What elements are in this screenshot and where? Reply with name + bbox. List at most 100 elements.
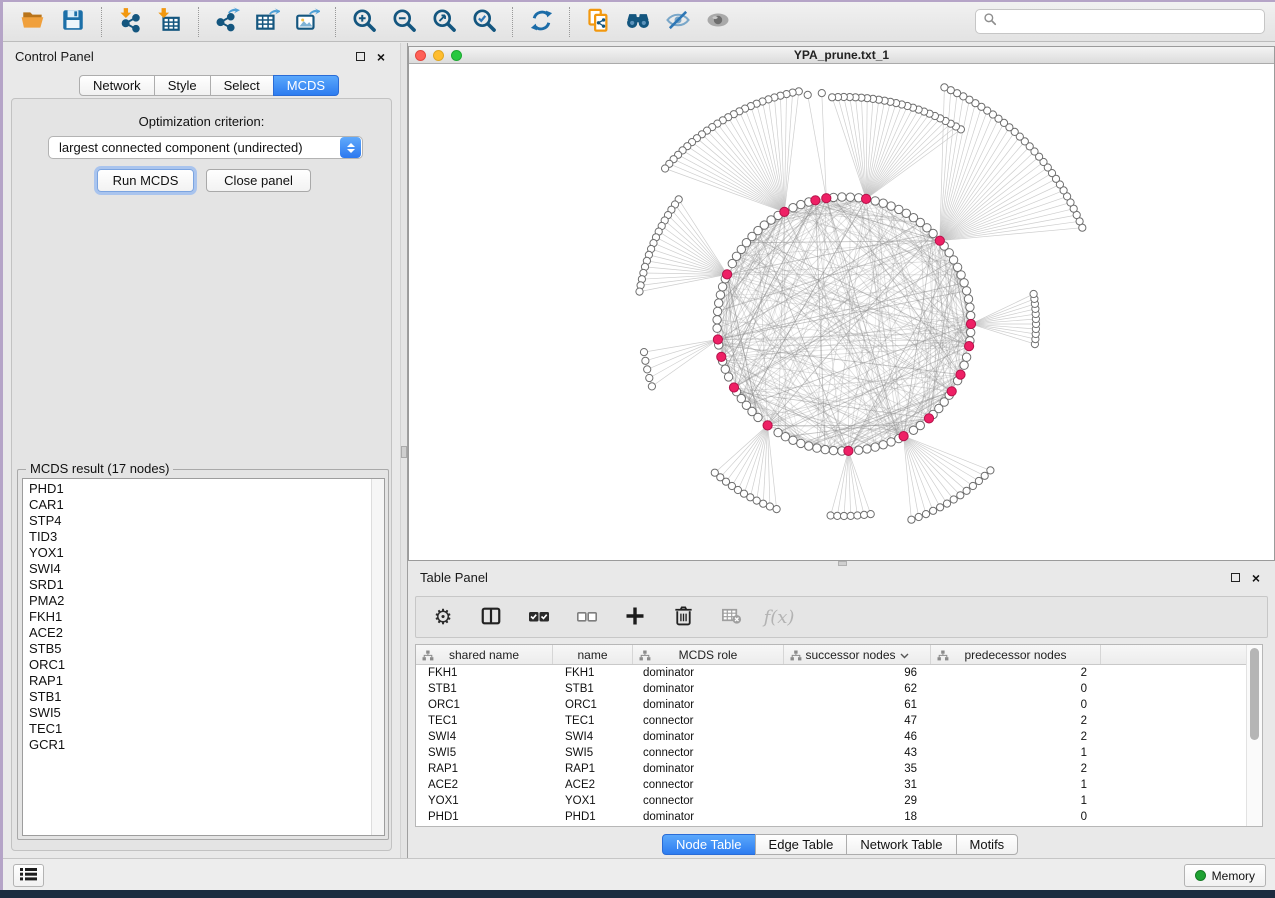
list-item[interactable]: GCR1 <box>23 737 384 753</box>
list-item[interactable]: ORC1 <box>23 657 384 673</box>
network-window-titlebar[interactable]: YPA_prune.txt_1 <box>409 47 1274 64</box>
table-row[interactable]: PHD1PHD1dominator180 <box>416 809 1247 825</box>
graph-node[interactable] <box>981 472 988 479</box>
graph-node[interactable] <box>922 511 929 518</box>
table-row[interactable]: SWI5SWI5connector431 <box>416 745 1247 761</box>
table-scrollbar-thumb[interactable] <box>1250 648 1259 740</box>
table-scrollbar[interactable] <box>1246 645 1262 826</box>
graph-node[interactable] <box>797 200 805 208</box>
list-item[interactable]: STB1 <box>23 689 384 705</box>
graph-node[interactable] <box>713 324 721 332</box>
graph-node[interactable] <box>855 446 863 454</box>
save-session-button[interactable] <box>53 6 93 38</box>
graph-node[interactable] <box>813 444 821 452</box>
vertical-splitter[interactable] <box>400 43 408 858</box>
list-item[interactable]: STB5 <box>23 641 384 657</box>
graph-node[interactable] <box>847 512 854 519</box>
graph-node[interactable] <box>963 487 970 494</box>
list-item[interactable]: RAP1 <box>23 673 384 689</box>
list-item[interactable]: SRD1 <box>23 577 384 593</box>
list-item[interactable]: SWI5 <box>23 705 384 721</box>
tab-style[interactable]: Style <box>154 75 211 96</box>
graph-hub-node[interactable] <box>763 421 772 430</box>
graph-node[interactable] <box>662 165 669 172</box>
graph-node[interactable] <box>760 500 767 507</box>
table-row[interactable]: TEC1TEC1connector472 <box>416 713 1247 729</box>
tab-mcds[interactable]: MCDS <box>273 75 339 96</box>
hide-selected-button[interactable] <box>658 6 698 38</box>
close-panel-button-mcds[interactable]: Close panel <box>206 169 311 192</box>
graph-node[interactable] <box>871 197 879 205</box>
graph-node[interactable] <box>648 383 655 390</box>
graph-node[interactable] <box>715 299 723 307</box>
graph-node[interactable] <box>640 349 647 356</box>
graph-hub-node[interactable] <box>822 194 831 203</box>
graph-hub-node[interactable] <box>723 270 732 279</box>
graph-node[interactable] <box>773 506 780 513</box>
settings-gear-button[interactable]: ⚙ <box>430 604 456 630</box>
graph-node[interactable] <box>805 442 813 450</box>
tab-network-table[interactable]: Network Table <box>846 834 956 855</box>
network-canvas[interactable] <box>409 64 1274 560</box>
zoom-in-button[interactable] <box>344 6 384 38</box>
splitter-grip[interactable] <box>401 446 407 458</box>
export-image-button[interactable] <box>287 6 327 38</box>
mcds-result-list[interactable]: PHD1CAR1STP4TID3YOX1SWI4SRD1PMA2FKH1ACE2… <box>22 478 385 836</box>
show-graphics-button[interactable] <box>698 6 738 38</box>
table-row[interactable]: SWI4SWI4dominator462 <box>416 729 1247 745</box>
graph-node[interactable] <box>766 503 773 510</box>
graph-node[interactable] <box>879 441 887 449</box>
graph-node[interactable] <box>721 365 729 373</box>
graph-node[interactable] <box>789 204 797 212</box>
graph-node[interactable] <box>871 443 879 451</box>
memory-button[interactable]: Memory <box>1184 864 1266 887</box>
graph-node[interactable] <box>916 421 924 429</box>
graph-node[interactable] <box>804 91 811 98</box>
graph-node[interactable] <box>863 445 871 453</box>
graph-node[interactable] <box>895 205 903 213</box>
graph-node[interactable] <box>941 84 948 91</box>
graph-node[interactable] <box>915 513 922 520</box>
graph-hub-node[interactable] <box>966 319 975 328</box>
search-input[interactable] <box>1002 15 1257 29</box>
list-item[interactable]: PHD1 <box>23 481 384 497</box>
graph-node[interactable] <box>840 512 847 519</box>
table-row[interactable]: STB1STB1dominator620 <box>416 681 1247 697</box>
global-search-box[interactable] <box>975 9 1265 34</box>
refresh-button[interactable] <box>521 6 561 38</box>
tab-select[interactable]: Select <box>210 75 274 96</box>
open-file-button[interactable] <box>13 6 53 38</box>
list-item[interactable]: PMA2 <box>23 593 384 609</box>
graph-node[interactable] <box>789 436 797 444</box>
float-panel-button[interactable] <box>353 50 367 64</box>
graph-node[interactable] <box>962 353 970 361</box>
criterion-select[interactable]: largest connected component (undirected) <box>48 136 363 159</box>
delete-table-button[interactable] <box>718 604 744 630</box>
graph-hub-node[interactable] <box>729 383 738 392</box>
table-row[interactable]: ORC1ORC1dominator610 <box>416 697 1247 713</box>
graph-node[interactable] <box>879 199 887 207</box>
graph-node[interactable] <box>818 90 825 97</box>
show-columns-button[interactable] <box>478 604 504 630</box>
graph-node[interactable] <box>797 439 805 447</box>
list-item[interactable]: STP4 <box>23 513 384 529</box>
zoom-out-button[interactable] <box>384 6 424 38</box>
add-column-button[interactable] <box>622 604 648 630</box>
graph-node[interactable] <box>644 366 651 373</box>
close-panel-button[interactable]: × <box>1249 571 1263 585</box>
graph-node[interactable] <box>821 445 829 453</box>
zoom-selected-button[interactable] <box>464 6 504 38</box>
graph-node[interactable] <box>930 507 937 514</box>
graph-node[interactable] <box>957 492 964 499</box>
export-table-button[interactable] <box>247 6 287 38</box>
graph-node[interactable] <box>975 477 982 484</box>
graph-node[interactable] <box>846 193 854 201</box>
graph-hub-node[interactable] <box>780 207 789 216</box>
graph-node[interactable] <box>636 288 643 295</box>
deselect-all-rows-button[interactable] <box>574 604 600 630</box>
tab-node-table[interactable]: Node Table <box>662 834 756 855</box>
show-panels-button[interactable] <box>13 864 44 887</box>
list-item[interactable]: YOX1 <box>23 545 384 561</box>
column-header-name[interactable]: name <box>553 645 633 664</box>
graph-hub-node[interactable] <box>935 236 944 245</box>
